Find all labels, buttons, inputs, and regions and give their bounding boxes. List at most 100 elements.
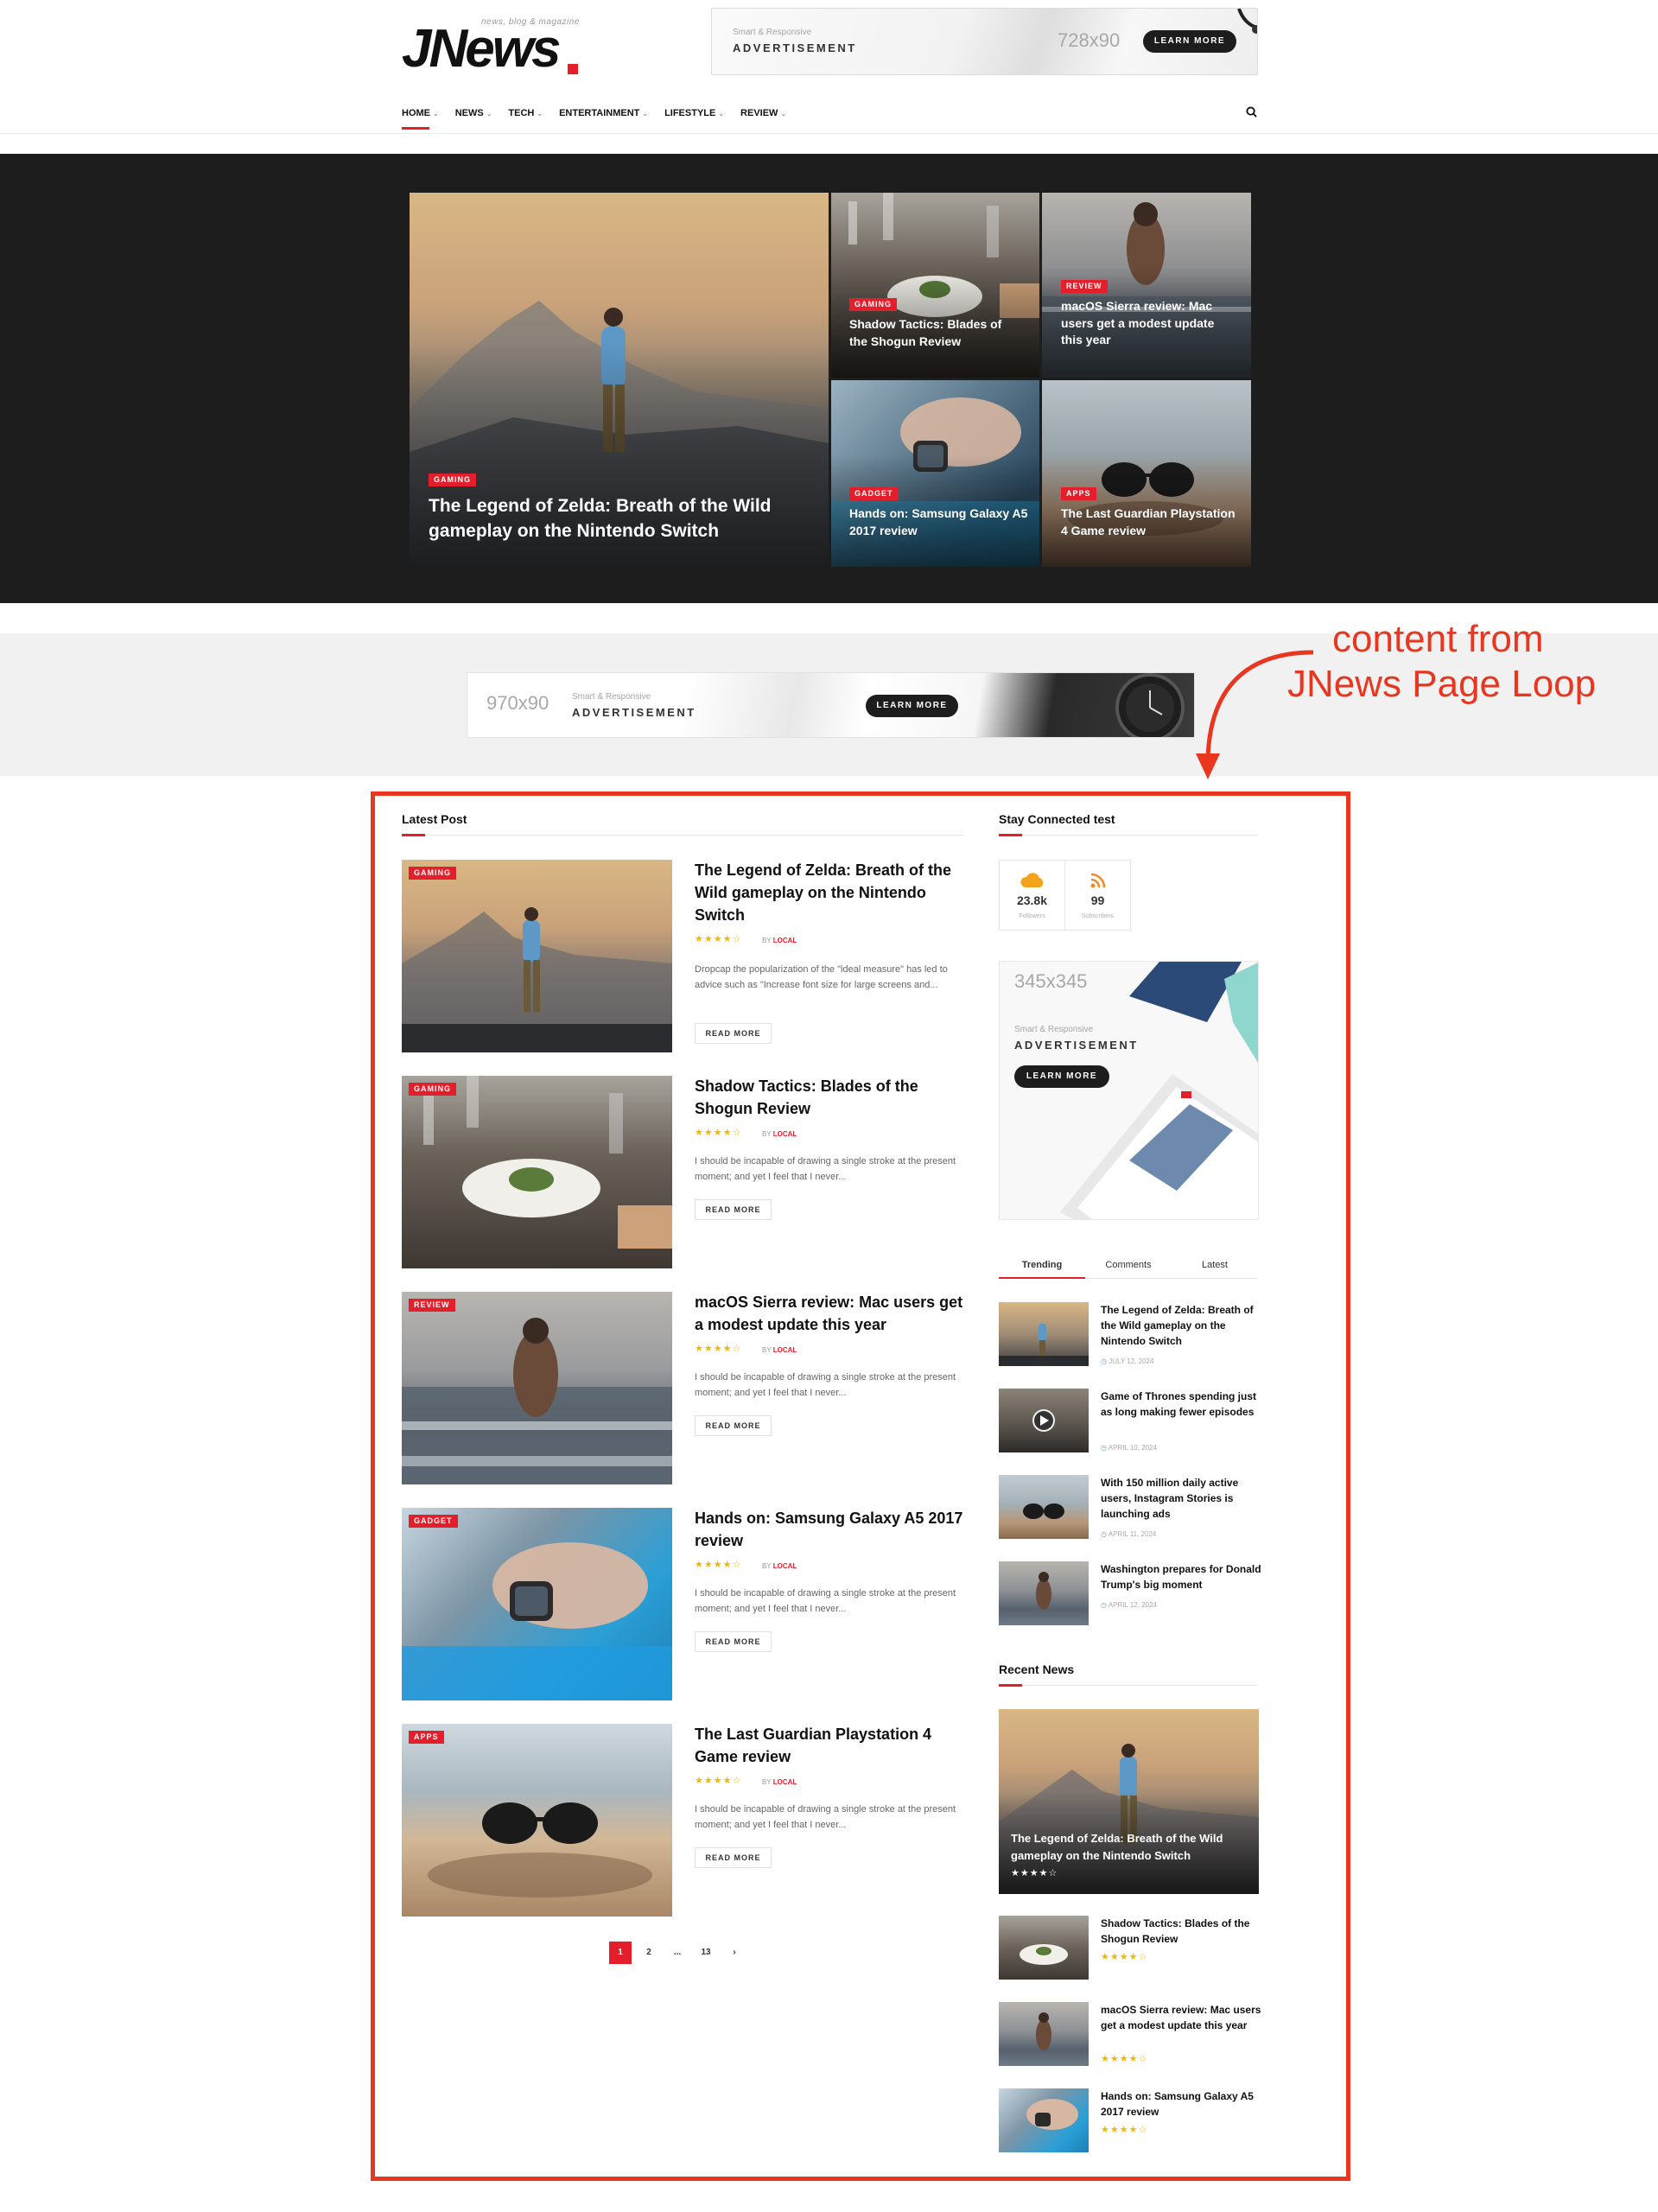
- post-title[interactable]: Hands on: Samsung Galaxy A5 2017 review: [695, 1507, 971, 1552]
- trending-thumbnail[interactable]: [999, 1302, 1089, 1366]
- category-badge[interactable]: REVIEW: [1061, 280, 1108, 293]
- category-badge[interactable]: GAMING: [409, 867, 456, 880]
- site-logo[interactable]: news, blog & magazine JNews: [402, 12, 583, 76]
- page-2-button[interactable]: 2: [638, 1942, 660, 1964]
- pagination: 1 2 ... 13 ›: [609, 1942, 752, 1964]
- header-ad-banner[interactable]: Smart & Responsive ADVERTISEMENT 728x90 …: [711, 8, 1258, 75]
- nav-label: LIFESTYLE: [664, 108, 716, 118]
- hero-tile-title[interactable]: The Last Guardian Playstation 4 Game rev…: [1061, 505, 1242, 539]
- subscribers-count: 99: [1090, 893, 1105, 907]
- rating-stars: ★★★★☆: [695, 934, 742, 944]
- sidebar-ad[interactable]: 345x345 Smart & Responsive ADVERTISEMENT…: [999, 961, 1259, 1220]
- recent-thumbnail[interactable]: [999, 2088, 1089, 2152]
- author-link[interactable]: LOCAL: [773, 1778, 797, 1786]
- rating-stars: ★★★★☆: [695, 1560, 742, 1570]
- nav-item-entertainment[interactable]: ENTERTAINMENT ⌄: [559, 102, 648, 124]
- recent-image: [1020, 1944, 1068, 1965]
- trending-title[interactable]: Game of Thrones spending just as long ma…: [1101, 1389, 1261, 1420]
- post-thumbnail[interactable]: APPS: [402, 1724, 672, 1916]
- recent-title[interactable]: macOS Sierra review: Mac users get a mod…: [1101, 2002, 1261, 2033]
- hero-tile-3[interactable]: GADGET Hands on: Samsung Galaxy A5 2017 …: [831, 380, 1039, 567]
- post-byline: BY LOCAL: [762, 1562, 797, 1570]
- tab-comments[interactable]: Comments: [1085, 1255, 1172, 1278]
- post-thumbnail[interactable]: REVIEW: [402, 1292, 672, 1484]
- trending-thumbnail[interactable]: [999, 1561, 1089, 1625]
- category-badge[interactable]: GAMING: [409, 1083, 456, 1096]
- read-more-button[interactable]: READ MORE: [695, 1199, 772, 1220]
- tab-latest[interactable]: Latest: [1172, 1255, 1258, 1278]
- hero-tile-2[interactable]: REVIEW macOS Sierra review: Mac users ge…: [1042, 193, 1251, 378]
- date-text: JULY 12, 2024: [1109, 1357, 1154, 1365]
- post-title[interactable]: The Legend of Zelda: Breath of the Wild …: [695, 859, 971, 926]
- read-more-button[interactable]: READ MORE: [695, 1023, 772, 1044]
- page-1-button[interactable]: 1: [609, 1942, 632, 1964]
- post-thumbnail[interactable]: GAMING: [402, 1076, 672, 1268]
- category-badge[interactable]: APPS: [409, 1731, 444, 1744]
- read-more-button[interactable]: READ MORE: [695, 1847, 772, 1868]
- post-image: [402, 1318, 672, 1484]
- author-link[interactable]: LOCAL: [773, 1130, 797, 1138]
- recent-title[interactable]: Hands on: Samsung Galaxy A5 2017 review: [1101, 2088, 1261, 2120]
- recent-title[interactable]: Shadow Tactics: Blades of the Shogun Rev…: [1101, 1916, 1261, 1947]
- page-ellipsis: ...: [673, 1948, 682, 1957]
- watch-graphic: [1115, 673, 1185, 737]
- hero-main-title[interactable]: The Legend of Zelda: Breath of the Wild …: [429, 493, 791, 544]
- next-page-button[interactable]: ›: [723, 1942, 746, 1964]
- ad-learn-more-button[interactable]: LEARN MORE: [866, 695, 958, 717]
- section-divider: [402, 834, 963, 836]
- nav-item-news[interactable]: NEWS ⌄: [455, 102, 492, 124]
- trending-title[interactable]: The Legend of Zelda: Breath of the Wild …: [1101, 1302, 1261, 1349]
- post-title[interactable]: The Last Guardian Playstation 4 Game rev…: [695, 1723, 971, 1768]
- trending-title[interactable]: Washington prepares for Donald Trump's b…: [1101, 1561, 1261, 1592]
- post-thumbnail[interactable]: GADGET: [402, 1508, 672, 1700]
- author-link[interactable]: LOCAL: [773, 1562, 797, 1570]
- read-more-button[interactable]: READ MORE: [695, 1415, 772, 1436]
- search-icon[interactable]: [1246, 106, 1257, 118]
- author-link[interactable]: LOCAL: [773, 1346, 797, 1354]
- ad-label: ADVERTISEMENT: [572, 706, 696, 719]
- chevron-down-icon: ⌄: [486, 109, 492, 118]
- trending-thumbnail[interactable]: [999, 1389, 1089, 1452]
- category-badge[interactable]: GAMING: [429, 474, 476, 486]
- recent-thumbnail[interactable]: [999, 2002, 1089, 2066]
- post-title[interactable]: macOS Sierra review: Mac users get a mod…: [695, 1291, 971, 1336]
- nav-item-tech[interactable]: TECH ⌄: [508, 102, 543, 124]
- trending-thumbnail[interactable]: [999, 1475, 1089, 1539]
- date-text: APRIL 10, 2024: [1108, 1444, 1157, 1452]
- category-badge[interactable]: REVIEW: [409, 1299, 455, 1312]
- recent-featured-card[interactable]: The Legend of Zelda: Breath of the Wild …: [999, 1709, 1259, 1894]
- category-badge[interactable]: GADGET: [849, 487, 899, 500]
- recent-thumbnail[interactable]: [999, 1916, 1089, 1980]
- hero-tile-title[interactable]: Hands on: Samsung Galaxy A5 2017 review: [849, 505, 1031, 539]
- read-more-button[interactable]: READ MORE: [695, 1631, 772, 1652]
- social-followers[interactable]: 23.8k Followers: [1000, 861, 1064, 930]
- page-13-button[interactable]: 13: [695, 1942, 717, 1964]
- recent-image: [1036, 2012, 1051, 2050]
- trending-date: ◷ APRIL 11, 2024: [1101, 1530, 1156, 1538]
- hero-tile-title[interactable]: macOS Sierra review: Mac users get a mod…: [1061, 298, 1234, 349]
- mid-ad-banner[interactable]: 970x90 Smart & Responsive ADVERTISEMENT …: [467, 672, 1195, 738]
- trending-image: [1032, 1409, 1055, 1432]
- recent-featured-title[interactable]: The Legend of Zelda: Breath of the Wild …: [1011, 1830, 1253, 1865]
- post-title[interactable]: Shadow Tactics: Blades of the Shogun Rev…: [695, 1075, 971, 1120]
- hero-tile-1[interactable]: GAMING Shadow Tactics: Blades of the Sho…: [831, 193, 1039, 378]
- hero-tile-title[interactable]: Shadow Tactics: Blades of the Shogun Rev…: [849, 316, 1022, 350]
- category-badge[interactable]: APPS: [1061, 487, 1096, 500]
- nav-item-lifestyle[interactable]: LIFESTYLE ⌄: [664, 102, 724, 124]
- annotation-line-2: JNews Page Loop: [1287, 663, 1597, 705]
- chevron-down-icon: ⌄: [537, 109, 543, 118]
- hero-tile-4[interactable]: APPS The Last Guardian Playstation 4 Gam…: [1042, 380, 1251, 567]
- category-badge[interactable]: GAMING: [849, 298, 897, 311]
- tab-trending[interactable]: Trending: [999, 1255, 1085, 1279]
- rating-stars: ★★★★☆: [1101, 2054, 1148, 2064]
- nav-item-home[interactable]: HOME ⌄: [402, 102, 439, 130]
- post-thumbnail[interactable]: GAMING: [402, 860, 672, 1052]
- social-subscribers[interactable]: 99 Subscribers: [1064, 861, 1130, 930]
- trending-title[interactable]: With 150 million daily active users, Ins…: [1101, 1475, 1261, 1522]
- latest-post-title: Latest Post: [402, 812, 467, 826]
- hero-main-tile[interactable]: GAMING The Legend of Zelda: Breath of th…: [410, 193, 829, 567]
- trending-date: ◷ APRIL 10, 2024: [1101, 1444, 1157, 1452]
- author-link[interactable]: LOCAL: [773, 937, 797, 944]
- nav-item-review[interactable]: REVIEW ⌄: [740, 102, 786, 124]
- category-badge[interactable]: GADGET: [409, 1515, 458, 1528]
